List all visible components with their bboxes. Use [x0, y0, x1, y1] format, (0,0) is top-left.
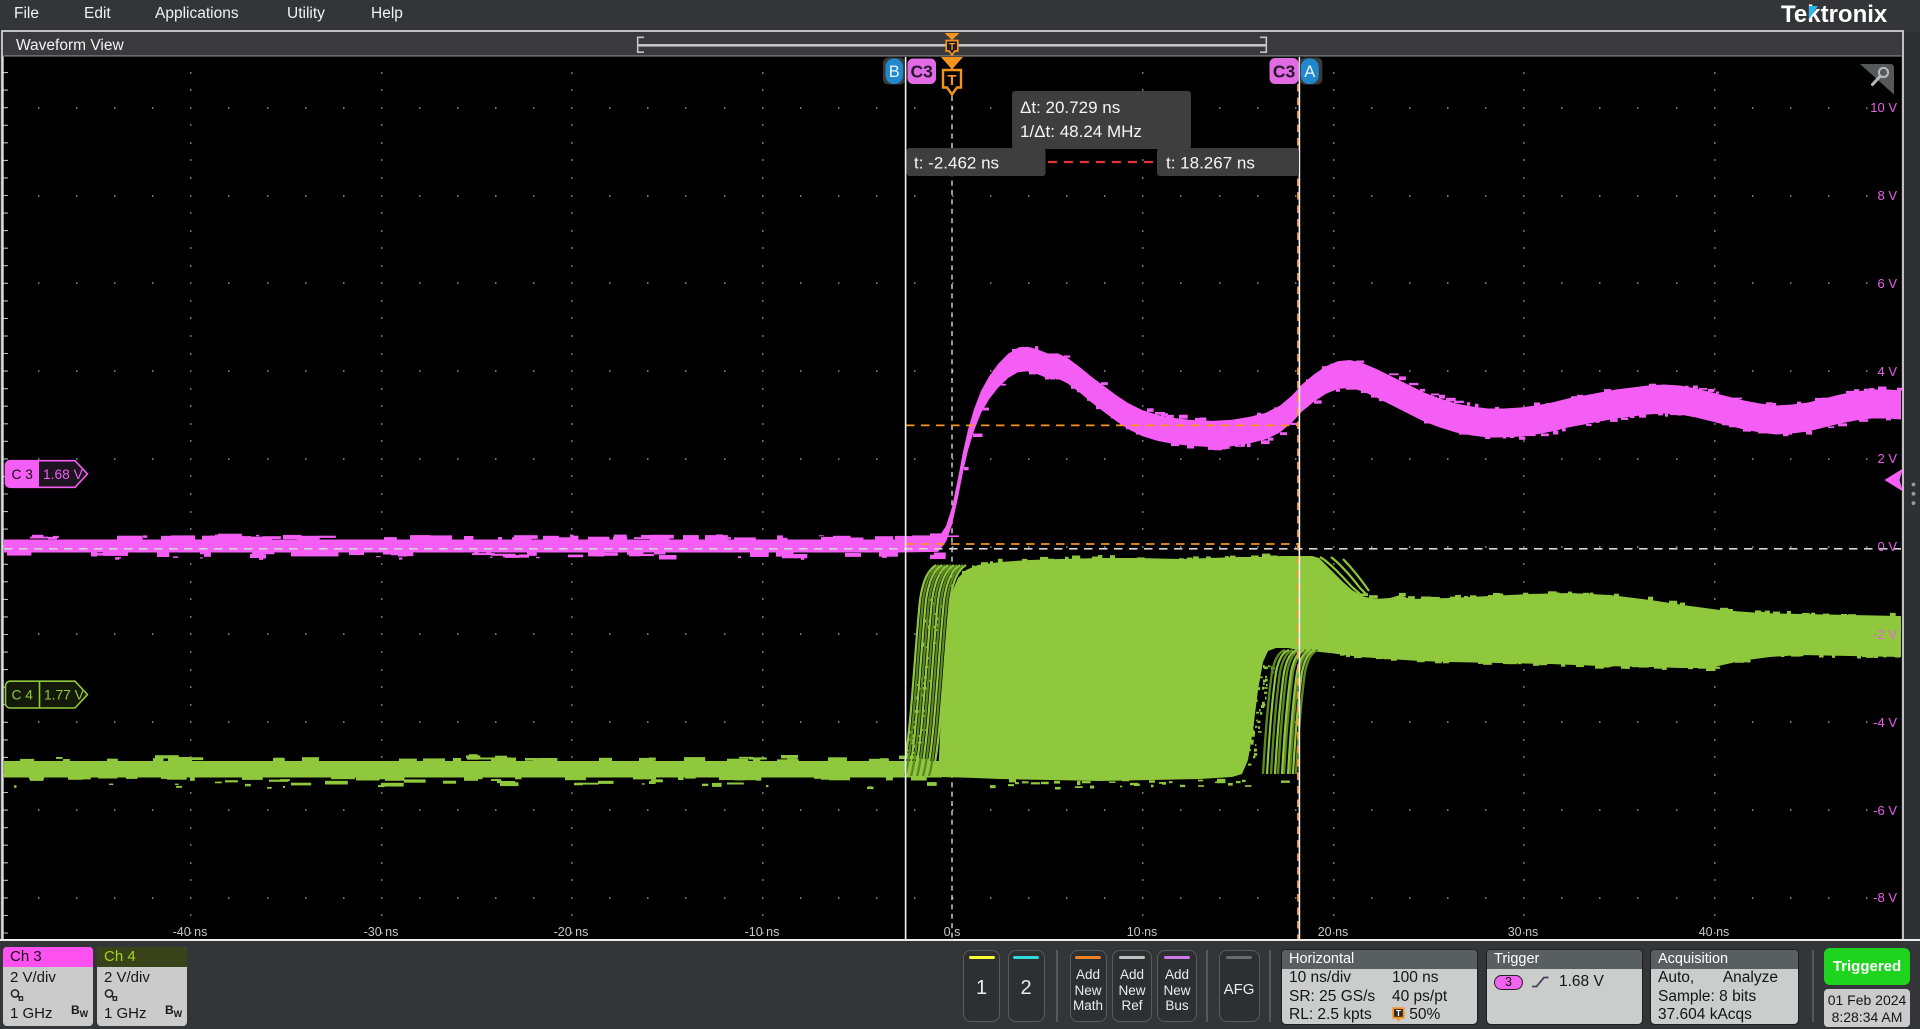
svg-text:1.68 V: 1.68 V	[43, 467, 84, 482]
svg-text:C3: C3	[911, 62, 934, 82]
svg-text:C 4: C 4	[12, 688, 34, 703]
svg-text:Tektronix: Tektronix	[1781, 1, 1888, 27]
svg-text:20 ns: 20 ns	[1318, 925, 1349, 939]
svg-text:T: T	[949, 42, 955, 53]
svg-text:A: A	[1304, 63, 1315, 81]
svg-text:Waveform View: Waveform View	[16, 37, 124, 54]
svg-text:-4 V: -4 V	[1873, 715, 1897, 730]
svg-text:6 V: 6 V	[1877, 276, 1897, 291]
svg-text:10 ns: 10 ns	[1127, 925, 1158, 939]
svg-text:T: T	[1396, 1008, 1402, 1018]
svg-text:4 V: 4 V	[1877, 364, 1897, 379]
svg-text:8 V: 8 V	[1877, 188, 1897, 203]
svg-text:C 3: C 3	[12, 467, 34, 482]
svg-text:-20 ns: -20 ns	[554, 925, 589, 939]
svg-text:-8 V: -8 V	[1873, 890, 1897, 905]
svg-text:40 ns: 40 ns	[1699, 925, 1730, 939]
svg-text:B: B	[889, 63, 900, 81]
svg-text:1.77 V: 1.77 V	[44, 688, 85, 703]
svg-text:2 V: 2 V	[1877, 451, 1897, 466]
svg-text:-30 ns: -30 ns	[364, 925, 399, 939]
svg-text:-10 ns: -10 ns	[745, 925, 780, 939]
svg-text:C3: C3	[1273, 62, 1296, 82]
svg-text:-40 ns: -40 ns	[173, 925, 208, 939]
svg-text:t: -2.462 ns: t: -2.462 ns	[914, 154, 999, 173]
svg-text:-6 V: -6 V	[1873, 803, 1897, 818]
svg-text:T: T	[947, 72, 956, 89]
svg-text:0 V: 0 V	[1877, 539, 1897, 554]
svg-text:10 V: 10 V	[1870, 100, 1897, 115]
svg-text:30 ns: 30 ns	[1508, 925, 1539, 939]
svg-text:t: 18.267 ns: t: 18.267 ns	[1166, 154, 1255, 173]
svg-text:-2 V: -2 V	[1873, 627, 1897, 642]
svg-text:1/Δt: 48.24 MHz: 1/Δt: 48.24 MHz	[1020, 122, 1142, 141]
svg-text:Δt: 20.729 ns: Δt: 20.729 ns	[1020, 98, 1120, 117]
svg-text:0 s: 0 s	[944, 925, 961, 939]
